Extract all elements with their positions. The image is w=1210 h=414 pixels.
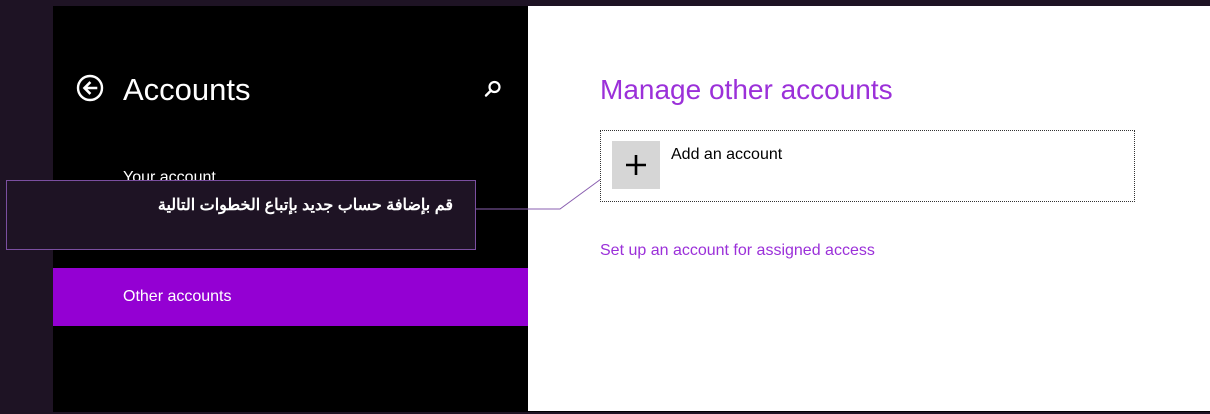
- assigned-access-link[interactable]: Set up an account for assigned access: [600, 242, 875, 260]
- content-pane: [528, 6, 1210, 412]
- callout-text: قم بإضافة حساب جديد بإتباع الخطوات التال…: [157, 197, 453, 214]
- nav-item-other-accounts[interactable]: Other accounts: [53, 268, 528, 326]
- add-account-tile[interactable]: [612, 141, 660, 189]
- plus-icon: [626, 155, 646, 175]
- add-account-button[interactable]: [600, 130, 1135, 202]
- page-title: Manage other accounts: [600, 74, 893, 105]
- annotation-callout: قم بإضافة حساب جديد بإتباع الخطوات التال…: [6, 180, 476, 250]
- nav-item-label: Other accounts: [123, 288, 232, 305]
- bottom-border: [528, 411, 1210, 412]
- add-account-label: Add an account: [671, 146, 783, 163]
- search-icon[interactable]: [484, 80, 502, 98]
- back-icon[interactable]: [76, 74, 104, 102]
- pane-title: Accounts: [123, 72, 251, 107]
